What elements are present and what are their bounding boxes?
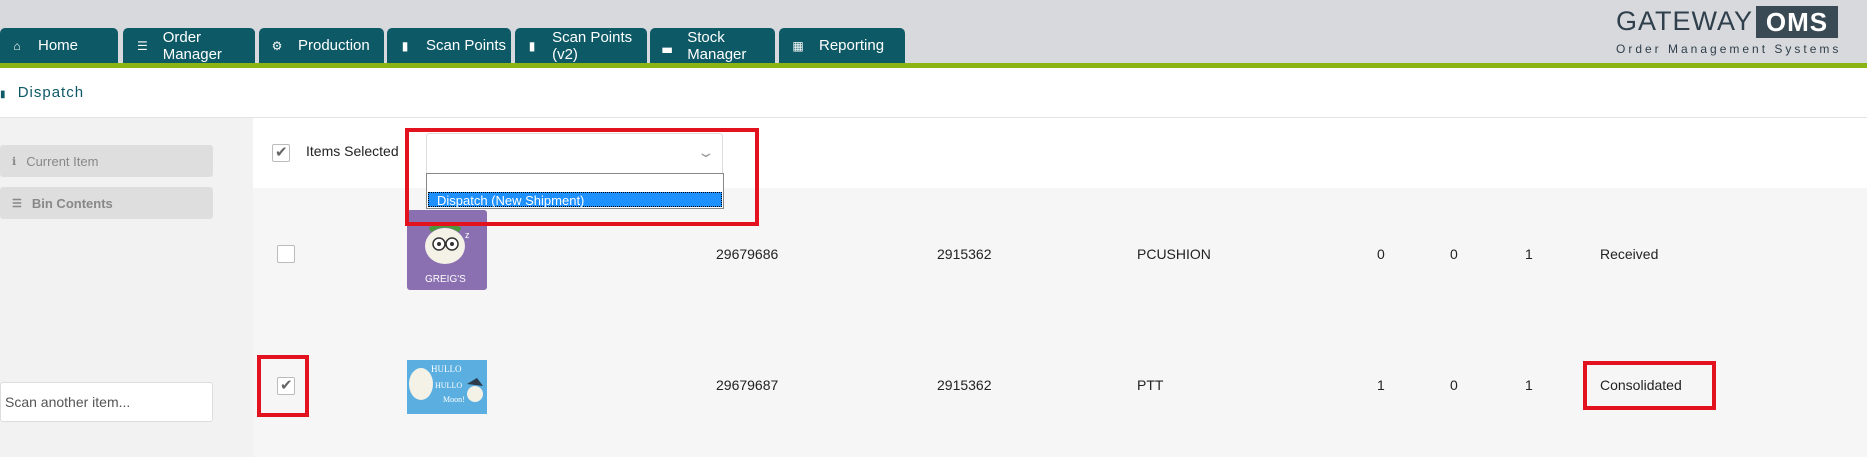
tab-label: Reporting — [819, 37, 885, 54]
breadcrumb-bar: ▮ Dispatch — [0, 68, 1867, 118]
row-checkbox[interactable] — [277, 376, 295, 395]
logo-tagline: Order Management Systems — [1616, 42, 1842, 56]
current-item-label: Current Item — [26, 153, 99, 169]
row-checkbox[interactable] — [277, 245, 295, 263]
thumbnail-text: GREIG'S — [425, 274, 466, 285]
tab-reporting[interactable]: ▦ Reporting — [779, 28, 905, 63]
thumbnail-text: HULLO — [431, 364, 462, 374]
tab-label: Stock Manager — [687, 28, 747, 63]
purple-cushion-image: z GREIG'S — [407, 210, 487, 290]
status: Consolidated — [1600, 377, 1682, 393]
bin-contents-button[interactable]: ☰ Bin Contents — [0, 187, 213, 219]
dropdown-option-blank[interactable] — [427, 174, 723, 191]
status: Received — [1600, 246, 1659, 262]
bulk-action-dropdown-list: Dispatch (New Shipment) — [426, 173, 724, 209]
select-all-checkbox[interactable] — [272, 143, 290, 162]
tab-order-manager[interactable]: ☰ Order Manager — [123, 28, 255, 63]
chart-icon: ▃ — [662, 38, 672, 53]
chevron-down-icon: ⌄ — [696, 144, 716, 160]
qty-a: 0 — [1377, 246, 1385, 262]
list-icon: ☰ — [12, 197, 22, 210]
top-bar: ⌂ Home ☰ Order Manager ⚙ Production ▮​ S… — [0, 0, 1867, 63]
bulk-action-select[interactable]: ⌄ — [426, 133, 723, 175]
svg-text:z: z — [465, 230, 470, 240]
qty-c: 1 — [1525, 377, 1533, 393]
tab-label: Scan Points (v2) — [552, 28, 633, 63]
logo-oms-text: OMS — [1756, 6, 1838, 38]
tab-home[interactable]: ⌂ Home — [0, 28, 118, 63]
qty-b: 0 — [1450, 246, 1458, 262]
gateway-oms-logo: GATEWAY OMS Order Management Systems — [1616, 6, 1846, 58]
dropdown-option-dispatch-new-shipment[interactable]: Dispatch (New Shipment) — [428, 192, 722, 208]
list-icon: ☰ — [136, 38, 148, 53]
breadcrumb[interactable]: ▮ Dispatch — [0, 84, 84, 101]
items-selected-label: Items Selected — [306, 143, 399, 159]
home-icon: ⌂ — [13, 38, 21, 53]
sidebar: ℹ Current Item ☰ Bin Contents — [0, 118, 253, 457]
tab-scan-points[interactable]: ▮​ Scan Points — [387, 28, 511, 63]
item-id: 29679687 — [716, 377, 779, 393]
sku: PCUSHION — [1137, 246, 1211, 262]
item-table: z GREIG'S 29679686 2915362 PCUSHION 0 0 … — [253, 188, 1867, 457]
barcode-icon: ▮ — [528, 38, 536, 53]
order-id: 2915362 — [937, 246, 992, 262]
truck-icon: ▮ — [0, 89, 7, 100]
scan-input[interactable] — [0, 382, 213, 422]
current-item-button[interactable]: ℹ Current Item — [0, 145, 213, 177]
table-icon: ▦ — [792, 38, 804, 53]
tab-label: Production — [298, 37, 370, 54]
bin-contents-label: Bin Contents — [31, 195, 113, 211]
info-icon: ℹ — [12, 155, 17, 168]
tab-stock-manager[interactable]: ▃ Stock Manager — [650, 28, 775, 63]
qty-c: 1 — [1525, 246, 1533, 262]
thumbnail-text: Moon! — [443, 395, 465, 404]
tab-label: Order Manager — [162, 28, 222, 63]
product-thumbnail: z GREIG'S — [405, 208, 489, 292]
tab-label: Home — [38, 37, 79, 54]
qty-b: 0 — [1450, 377, 1458, 393]
tab-scan-points-v2[interactable]: ▮ Scan Points (v2) — [515, 28, 647, 63]
main-panel: Items Selected ⌄ z GREIG'S — [253, 118, 1867, 457]
tab-label: Scan Points — [426, 37, 507, 54]
gears-icon: ⚙ — [271, 38, 283, 53]
breadcrumb-label: Dispatch — [17, 84, 85, 101]
item-id: 29679686 — [716, 246, 779, 262]
sku: PTT — [1137, 377, 1164, 393]
blue-tea-towel-image: HULLO HULLO Moon! — [407, 360, 487, 414]
qty-a: 1 — [1377, 377, 1385, 393]
logo-gateway-text: GATEWAY — [1616, 6, 1754, 36]
product-thumbnail: HULLO HULLO Moon! — [405, 358, 489, 416]
order-id: 2915362 — [937, 377, 992, 393]
barcode-icon: ▮​ — [401, 38, 409, 53]
thumbnail-text: HULLO — [435, 381, 462, 390]
tab-production[interactable]: ⚙ Production — [259, 28, 384, 63]
